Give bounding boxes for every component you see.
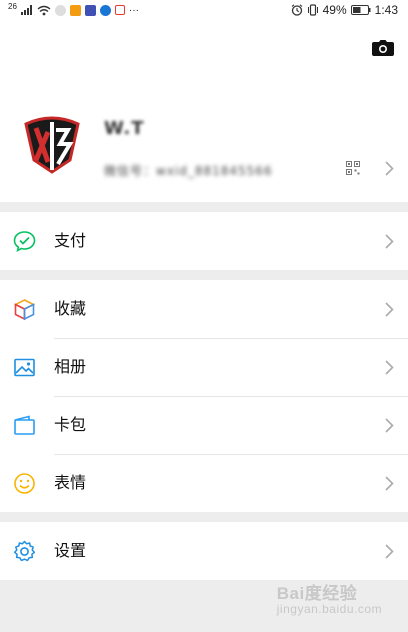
- menu-item-settings[interactable]: 设置: [0, 522, 408, 580]
- wechat-pay-icon: [13, 231, 36, 253]
- pay-section: 支付: [0, 212, 408, 270]
- features-section: 收藏 相册 卡包 表情: [0, 280, 408, 512]
- gear-icon: [13, 540, 36, 562]
- picture-icon: [14, 358, 35, 377]
- alarm-icon: [291, 4, 302, 16]
- signal-icon: [20, 5, 32, 15]
- status-right: 49% 1:43: [291, 3, 398, 17]
- battery-icon: [350, 5, 371, 15]
- watermark-brand: Bai度经验: [276, 584, 358, 603]
- more-notifications: ···: [128, 4, 139, 16]
- status-bar: 26 ··· 49% 1:43: [0, 0, 408, 20]
- chevron-right-icon: [385, 476, 394, 491]
- battery-percent: 49%: [322, 3, 347, 17]
- cube-icon: [13, 299, 36, 321]
- chevron-right-icon: [385, 302, 394, 317]
- profile-header[interactable]: W.T 微信号：wxid_881845566: [0, 20, 408, 202]
- chevron-right-icon: [385, 544, 394, 559]
- network-type: 26: [8, 1, 17, 11]
- clock: 1:43: [374, 3, 398, 17]
- wechat-id: 微信号：wxid_881845566: [104, 164, 273, 178]
- menu-item-pay[interactable]: 支付: [0, 212, 408, 270]
- avatar[interactable]: [22, 114, 82, 174]
- notification-app-icon: [84, 4, 96, 16]
- watermark-url: jingyan.baidu.com: [276, 602, 382, 616]
- settings-section: 设置: [0, 522, 408, 580]
- notification-app-icon: [114, 5, 125, 15]
- vibrate-icon: [307, 4, 318, 16]
- chevron-right-icon[interactable]: [385, 161, 394, 176]
- smile-icon: [14, 473, 35, 494]
- menu-item-favorites[interactable]: 收藏: [0, 280, 408, 338]
- menu-item-album[interactable]: 相册: [0, 338, 408, 396]
- menu-item-cards[interactable]: 卡包: [0, 396, 408, 454]
- camera-icon[interactable]: [372, 40, 394, 56]
- wifi-icon: [37, 5, 51, 15]
- notification-app-icon: [54, 4, 66, 16]
- menu-item-stickers[interactable]: 表情: [0, 454, 408, 512]
- nickname: W.T: [104, 118, 145, 139]
- menu-label-favorites: 收藏: [54, 299, 87, 318]
- chevron-right-icon: [385, 360, 394, 375]
- status-left: 26 ···: [8, 1, 139, 17]
- notification-app-icon: [69, 4, 81, 16]
- menu-label-cards: 卡包: [54, 415, 87, 434]
- menu-label-settings: 设置: [54, 541, 87, 560]
- wallet-icon: [14, 415, 35, 435]
- menu-label-album: 相册: [54, 357, 87, 376]
- menu-label-stickers: 表情: [54, 473, 87, 492]
- watermark: Bai度经验 jingyan.baidu.com: [277, 579, 382, 616]
- chevron-right-icon: [385, 234, 394, 249]
- chevron-right-icon: [385, 418, 394, 433]
- qr-code-icon[interactable]: [346, 161, 360, 175]
- menu-label-pay: 支付: [54, 231, 87, 250]
- notification-app-icon: [99, 4, 111, 16]
